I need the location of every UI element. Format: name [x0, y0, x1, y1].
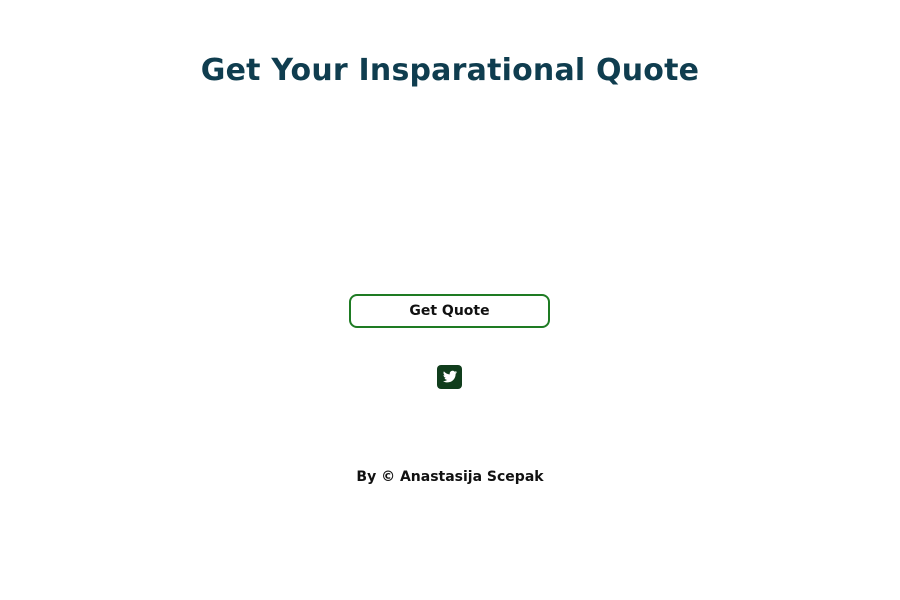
- page-title: Get Your Insparational Quote: [200, 53, 700, 88]
- tweet-quote-link[interactable]: [437, 365, 462, 389]
- page: Get Your Insparational Quote Get Quote B…: [0, 0, 900, 600]
- get-quote-button[interactable]: Get Quote: [349, 294, 550, 328]
- footer-credit: By © Anastasija Scepak: [356, 469, 544, 485]
- quote-area: [150, 120, 750, 270]
- twitter-icon: [437, 365, 462, 389]
